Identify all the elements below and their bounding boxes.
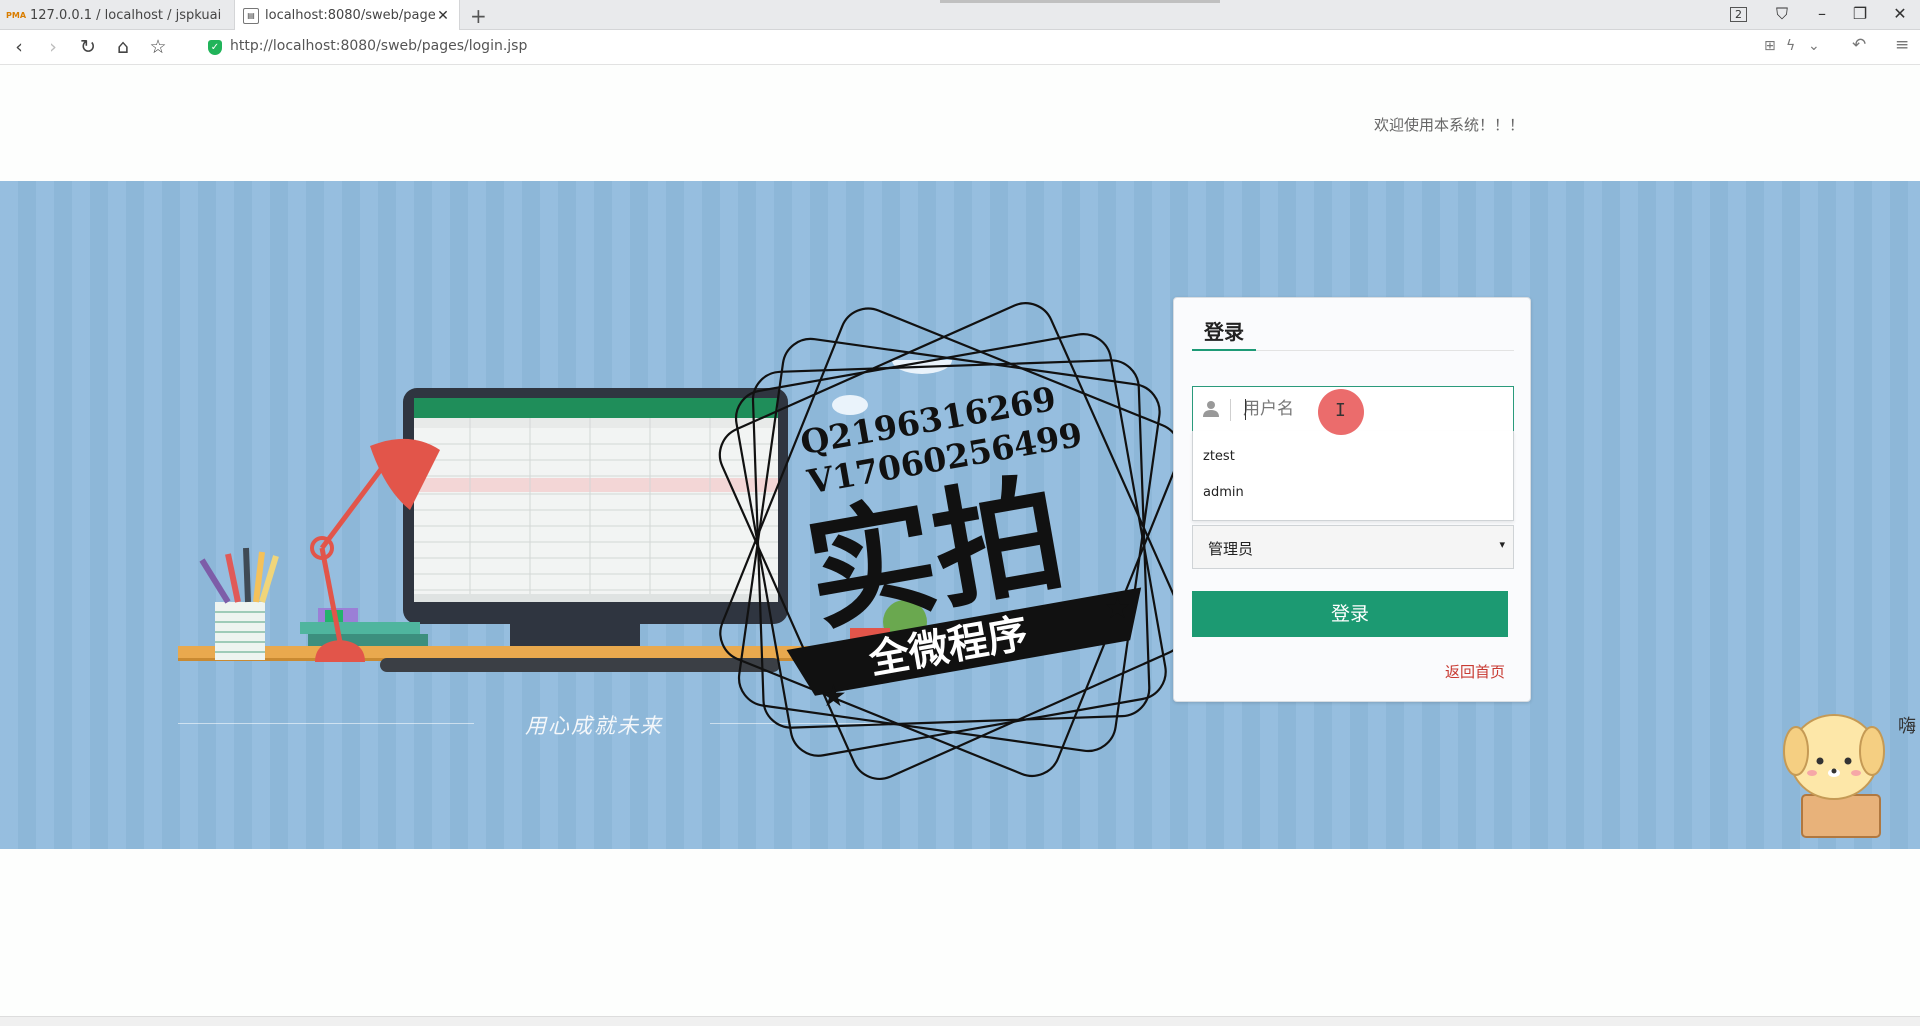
address-bar[interactable]: http://localhost:8080/sweb/pages/login.j… bbox=[230, 38, 527, 54]
mascot-box bbox=[1801, 794, 1881, 838]
browser-tab-login[interactable]: ▤ localhost:8080/sweb/pages/lc ✕ bbox=[234, 0, 460, 31]
reload-icon[interactable]: ↻ bbox=[77, 36, 99, 58]
autocomplete-item[interactable]: admin bbox=[1203, 485, 1244, 500]
browser-nav-bar: ‹ › ↻ ⌂ ☆ ✓ http://localhost:8080/sweb/p… bbox=[0, 30, 1920, 65]
close-tab-icon[interactable]: ✕ bbox=[435, 8, 451, 24]
pencil bbox=[199, 558, 231, 604]
window-drag-handle bbox=[940, 0, 1220, 3]
field-separator bbox=[1230, 399, 1231, 421]
mascot-speech-text: 嗨 bbox=[1898, 716, 1916, 737]
page-favicon-icon: ▤ bbox=[243, 7, 259, 24]
text-caret bbox=[1245, 399, 1246, 420]
username-input[interactable] bbox=[1243, 387, 1503, 431]
shirt-icon[interactable]: ⛉ bbox=[1772, 4, 1792, 24]
monitor-stand bbox=[510, 624, 640, 646]
secure-shield-icon: ✓ bbox=[208, 40, 222, 55]
lightning-icon[interactable]: ϟ bbox=[1786, 38, 1795, 54]
browser-tab-phpmyadmin[interactable]: PMA 127.0.0.1 / localhost / jspkuai bbox=[0, 0, 232, 30]
chevron-down-icon: ▾ bbox=[1499, 538, 1505, 551]
role-value: 管理员 bbox=[1208, 540, 1254, 558]
status-bar bbox=[0, 1016, 1920, 1026]
watermark-stamp: Q2196316269 V17060256499 实拍 全微程序 ★ ★ bbox=[718, 302, 1187, 780]
login-button[interactable]: 登录 bbox=[1192, 591, 1508, 637]
restore-icon[interactable]: ❐ bbox=[1850, 4, 1870, 23]
ibeam-cursor-icon: I bbox=[1335, 400, 1346, 421]
puppy-mascot-icon[interactable] bbox=[1774, 695, 1894, 845]
autocomplete-dropdown: ztest admin bbox=[1192, 431, 1514, 521]
welcome-text: 欢迎使用本系统！！！ bbox=[1374, 116, 1525, 134]
book bbox=[300, 622, 420, 634]
star-icon[interactable]: ☆ bbox=[147, 36, 169, 58]
back-home-link[interactable]: 返回首页 bbox=[1445, 661, 1505, 682]
star-icon: ★ bbox=[1104, 591, 1131, 626]
undo-icon[interactable]: ↶ bbox=[1852, 35, 1866, 55]
back-icon[interactable]: ‹ bbox=[8, 36, 30, 58]
browser-tab-bar: PMA 127.0.0.1 / localhost / jspkuai ▤ lo… bbox=[0, 0, 1920, 31]
close-window-icon[interactable]: ✕ bbox=[1890, 4, 1910, 23]
tab-count-badge[interactable]: 2 bbox=[1730, 7, 1747, 22]
star-icon: ★ bbox=[820, 679, 847, 714]
active-tab-indicator bbox=[1192, 349, 1256, 351]
tab-title: 127.0.0.1 / localhost / jspkuai bbox=[30, 7, 222, 23]
user-icon bbox=[1203, 401, 1219, 417]
chevron-down-icon[interactable]: ⌄ bbox=[1808, 38, 1820, 54]
new-tab-button[interactable]: + bbox=[470, 4, 487, 28]
phpmyadmin-favicon-icon: PMA bbox=[6, 10, 27, 20]
autocomplete-item[interactable]: ztest bbox=[1203, 449, 1235, 464]
home-icon[interactable]: ⌂ bbox=[112, 36, 134, 58]
grid-icon[interactable]: ⊞ bbox=[1764, 38, 1776, 54]
role-select[interactable]: 管理员 ▾ bbox=[1192, 525, 1514, 569]
menu-icon[interactable]: ≡ bbox=[1895, 35, 1909, 55]
divider-line bbox=[178, 723, 474, 724]
forward-icon[interactable]: › bbox=[42, 36, 64, 58]
login-card: 登录 ztest admin 管理员 ▾ 登录 返回首页 I bbox=[1173, 297, 1531, 702]
tab-title: localhost:8080/sweb/pages/lc bbox=[265, 8, 435, 23]
tagline: 用心成就未来 bbox=[525, 714, 663, 738]
minimize-icon[interactable]: – bbox=[1812, 4, 1832, 23]
login-title: 登录 bbox=[1204, 320, 1244, 344]
